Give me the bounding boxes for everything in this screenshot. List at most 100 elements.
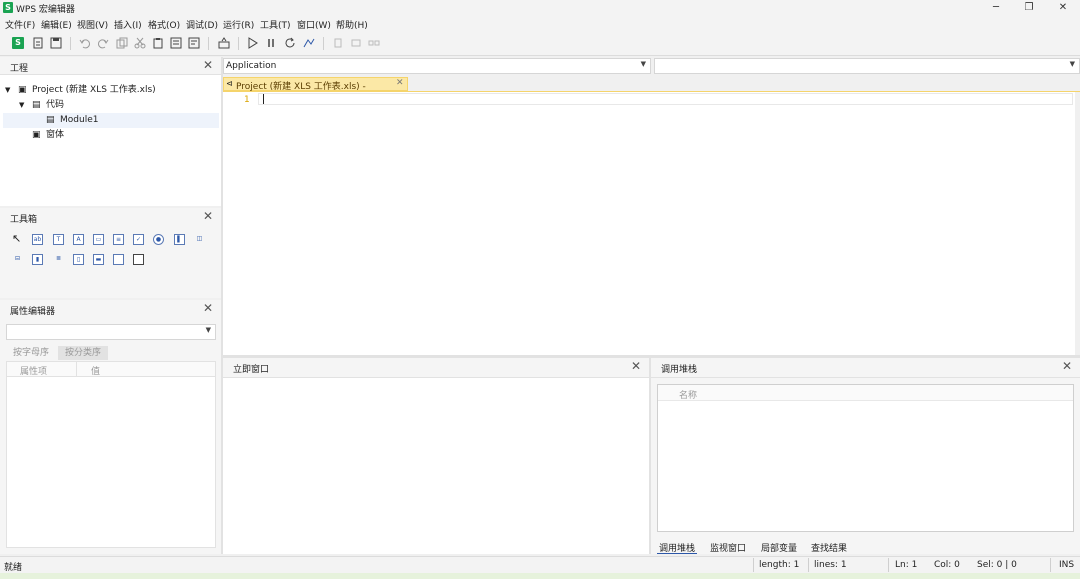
menu-run[interactable]: 运行(R)	[223, 18, 254, 31]
minimize-button[interactable]: ─	[979, 0, 1013, 16]
toggle-button-tool-icon[interactable]: ▌	[174, 234, 185, 245]
paste-icon[interactable]	[152, 37, 164, 49]
frame-tool-icon[interactable]: A	[73, 234, 84, 245]
editor-tab-module1[interactable]: ⊲ Project (新建 XLS 工作表.xls) - Module1 ✕	[223, 77, 408, 102]
properties-column-value: 值	[91, 367, 101, 377]
dropdown-caret-icon: ▼	[640, 60, 646, 68]
option-button-tool-icon[interactable]: ●	[153, 234, 164, 245]
dropdown-caret-icon: ▼	[205, 326, 211, 334]
tab-categorized[interactable]: 按分类序	[58, 346, 108, 360]
uncomment-block-icon[interactable]	[188, 37, 200, 49]
object-select[interactable]: Application ▼	[223, 58, 651, 74]
callstack-column-name: 名称	[679, 391, 698, 401]
callstack-list-header	[658, 385, 1073, 401]
close-icon[interactable]: ✕	[203, 209, 213, 223]
form-folder-icon: ▣	[32, 130, 41, 140]
menu-tools[interactable]: 工具(T)	[260, 18, 291, 31]
design-mode-icon[interactable]	[303, 37, 315, 49]
immediate-panel-header: 立即窗口 ✕	[223, 358, 649, 378]
tab-locals[interactable]: 局部变量	[761, 541, 797, 554]
save-icon[interactable]	[50, 37, 62, 49]
editor-scrollbar[interactable]	[1075, 92, 1080, 355]
image-tool-icon[interactable]: ▬	[93, 254, 104, 265]
callstack-list[interactable]	[657, 384, 1074, 532]
close-tab-icon[interactable]: ✕	[396, 78, 404, 88]
code-editor[interactable]	[223, 92, 1075, 355]
step-over-icon[interactable]	[350, 37, 362, 49]
tree-project-node[interactable]: Project (新建 XLS 工作表.xls)	[32, 83, 156, 98]
pointer-tool-icon[interactable]: ↖	[12, 232, 21, 245]
properties-column-name: 属性项	[20, 367, 48, 377]
listbox-tool-icon[interactable]: ≡	[113, 234, 124, 245]
immediate-panel-title: 立即窗口	[233, 365, 270, 375]
toolbox-panel-title: 工具箱	[10, 215, 38, 225]
close-button[interactable]: ✕	[1046, 0, 1080, 16]
active-tab-underline	[657, 553, 697, 554]
window-title: WPS 宏编辑器	[16, 5, 75, 15]
project-panel-header: 工程 ✕	[0, 57, 221, 75]
tree-module-node[interactable]: Module1	[60, 113, 98, 128]
close-icon[interactable]: ✕	[1062, 359, 1072, 373]
new-module-icon[interactable]	[32, 37, 44, 49]
menu-format[interactable]: 格式(O)	[148, 18, 180, 31]
tab-find-results[interactable]: 查找结果	[811, 541, 847, 554]
status-bar	[0, 556, 1080, 573]
pause-icon[interactable]	[265, 37, 277, 49]
dropdown-caret-icon: ▼	[1069, 60, 1075, 68]
folder-tool-icon[interactable]	[133, 254, 144, 265]
menu-file[interactable]: 文件(F)	[5, 18, 35, 31]
status-lines: lines: 1	[814, 560, 847, 570]
procedure-select[interactable]: ▼	[654, 58, 1080, 74]
properties-object-select[interactable]: ▼	[6, 324, 216, 340]
status-column: Col: 0	[934, 560, 960, 570]
menu-view[interactable]: 视图(V)	[77, 18, 108, 31]
menu-insert[interactable]: 插入(I)	[114, 18, 142, 31]
menu-debug[interactable]: 调试(D)	[186, 18, 218, 31]
label-tool-icon[interactable]: ab	[32, 234, 43, 245]
tab-alphabetic[interactable]: 按字母序	[6, 346, 56, 360]
toolbar-separator	[238, 37, 239, 50]
run-icon[interactable]	[247, 37, 259, 49]
scrollbar-tool-icon[interactable]: ◫	[194, 234, 205, 245]
close-icon[interactable]: ✕	[631, 359, 641, 373]
line-number: 1	[244, 95, 250, 105]
close-icon[interactable]: ✕	[203, 58, 213, 72]
spin-button-tool-icon[interactable]: ≣	[53, 254, 64, 265]
menu-edit[interactable]: 编辑(E)	[41, 18, 72, 31]
tree-code-node[interactable]: 代码	[46, 98, 64, 113]
object-select-value: Application	[226, 61, 277, 71]
project-icon: ▣	[18, 85, 27, 95]
step-out-icon[interactable]	[368, 37, 380, 49]
tab-watch-window[interactable]: 监视窗口	[710, 541, 746, 554]
tabstrip-tool-icon[interactable]: ▮	[32, 254, 43, 265]
refedit-tool-icon[interactable]	[113, 254, 124, 265]
title-bar	[0, 0, 1080, 16]
cut-icon[interactable]	[134, 37, 146, 49]
expand-caret-icon[interactable]: ▼	[19, 98, 24, 113]
module-icon: ▤	[46, 115, 55, 125]
status-separator	[888, 558, 889, 572]
step-into-icon[interactable]	[332, 37, 344, 49]
multipage-tool-icon[interactable]: ▯	[73, 254, 84, 265]
module-tab-icon: ⊲	[226, 79, 233, 88]
undo-icon[interactable]	[79, 37, 91, 49]
close-icon[interactable]: ✕	[203, 301, 213, 315]
menu-window[interactable]: 窗口(W)	[297, 18, 331, 31]
textbox-tool-icon[interactable]: T	[53, 234, 64, 245]
project-panel-title: 工程	[10, 64, 29, 74]
reset-icon[interactable]	[284, 37, 296, 49]
app-logo-icon: S	[3, 2, 13, 13]
redo-icon[interactable]	[97, 37, 109, 49]
menu-help[interactable]: 帮助(H)	[336, 18, 368, 31]
expand-caret-icon[interactable]: ▼	[5, 83, 10, 98]
reference-icon[interactable]	[218, 37, 230, 49]
checkbox-tool-icon[interactable]: ✓	[133, 234, 144, 245]
restore-button[interactable]: ❐	[1012, 0, 1046, 16]
copy-icon[interactable]	[116, 37, 128, 49]
immediate-window[interactable]	[223, 378, 649, 554]
tree-form-node[interactable]: 窗体	[46, 128, 64, 143]
combobox-tool-icon[interactable]: ▭	[93, 234, 104, 245]
wps-spreadsheet-icon[interactable]: S	[12, 37, 24, 49]
command-button-tool-icon[interactable]: ⊟	[12, 254, 23, 265]
comment-block-icon[interactable]	[170, 37, 182, 49]
